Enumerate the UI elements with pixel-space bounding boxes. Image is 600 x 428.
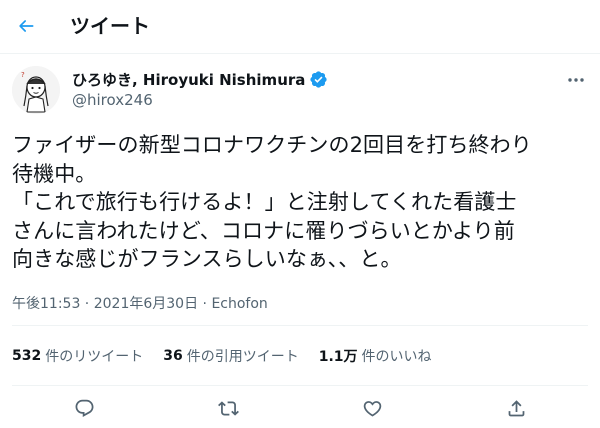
back-button[interactable] [8,8,44,44]
author-display-name[interactable]: ひろゆき, Hiroyuki Nishimura [72,69,305,90]
more-button[interactable] [562,70,590,90]
meta-separator: · [80,296,94,312]
svg-text:?: ? [21,71,25,79]
tweet-time[interactable]: 午後11:53 [12,296,80,312]
tweet-meta: 午後11:53 · 2021年6月30日 · Echofon [12,293,268,313]
retweet-label: 件のリツイート [45,349,144,365]
divider [12,385,588,386]
like-button[interactable] [354,390,390,426]
more-horizontal-icon [567,77,585,83]
top-bar: ツイート [0,0,600,54]
reply-button[interactable] [66,390,102,426]
avatar-illustration: ? [12,66,60,114]
like-heart-icon [362,398,383,419]
tweet-text: ファイザーの新型コロナワクチンの2回目を打ち終わり 待機中。 「これで旅行も行け… [12,133,532,271]
share-button[interactable] [498,390,534,426]
quote-count: 36 [163,348,183,364]
tweet-date[interactable]: 2021年6月30日 [94,296,198,312]
page-title: ツイート [70,14,150,38]
author-name-row[interactable]: ひろゆき, Hiroyuki Nishimura [72,68,328,90]
quote-tweets-stat[interactable]: 36 件の引用ツイート [163,346,298,366]
likes-stat[interactable]: 1.1万 件のいいね [319,346,432,366]
reply-icon [74,398,95,419]
retweets-stat[interactable]: 532 件のリツイート [12,346,143,366]
quote-label: 件の引用ツイート [186,349,299,365]
verified-badge-icon [309,70,328,89]
author-handle[interactable]: @hirox246 [72,91,153,109]
tweet-source[interactable]: Echofon [211,296,267,312]
divider [12,325,588,326]
retweet-icon [217,398,239,419]
tweet-actions [0,388,600,428]
arrow-left-icon [16,16,36,36]
retweet-button[interactable] [210,390,246,426]
meta-separator: · [198,296,212,312]
avatar[interactable]: ? [12,66,60,114]
like-count: 1.1万 [318,349,358,365]
share-icon [506,398,527,419]
engagement-stats: 532 件のリツイート 36 件の引用ツイート 1.1万 件のいいね [12,336,452,376]
retweet-count: 532 [12,348,42,364]
like-label: 件のいいね [361,349,432,365]
